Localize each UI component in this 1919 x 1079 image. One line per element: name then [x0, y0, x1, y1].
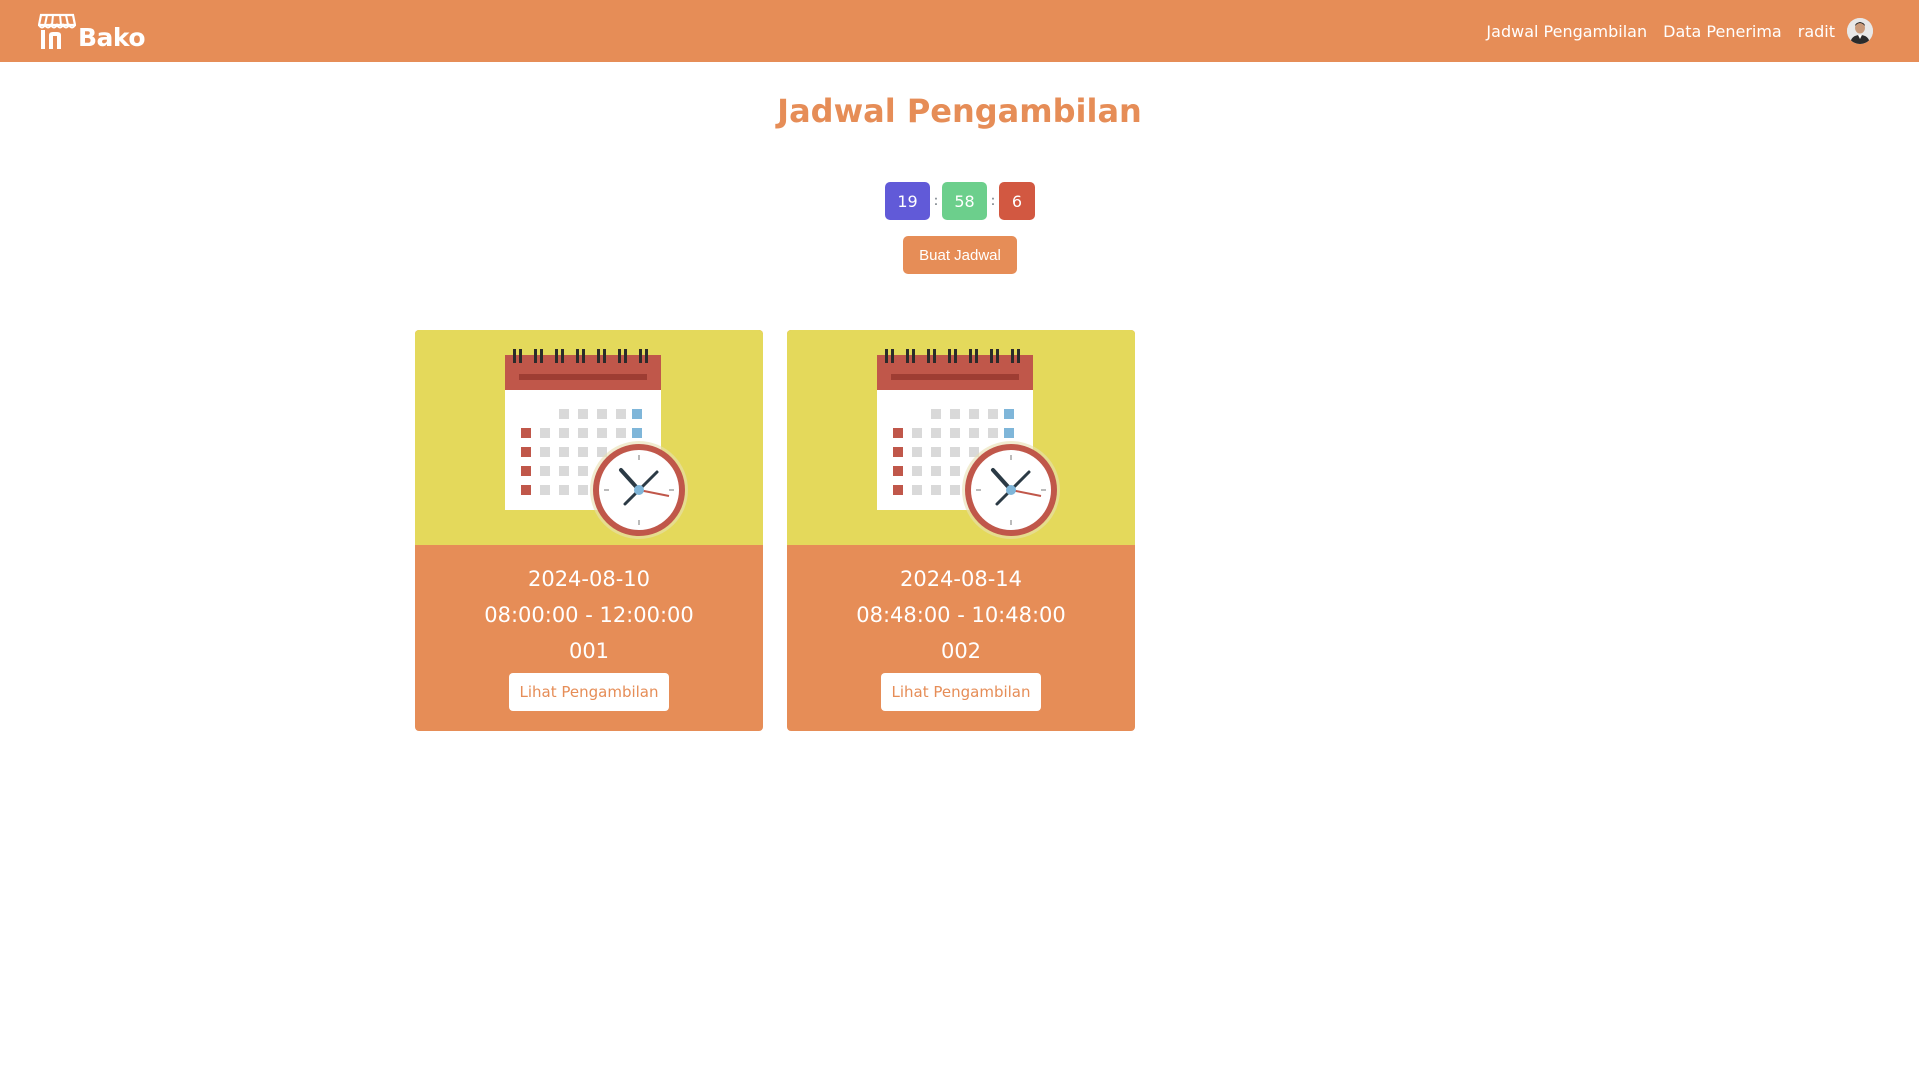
- schedule-card: 2024-08-10 08:00:00 - 12:00:00 001 Lihat…: [415, 330, 763, 731]
- page-title: Jadwal Pengambilan: [777, 92, 1142, 130]
- nav-link-data-penerima[interactable]: Data Penerima: [1663, 22, 1782, 41]
- calendar-clock-icon: [877, 349, 1060, 539]
- countdown-separator: :: [990, 193, 996, 209]
- schedule-date: 2024-08-14: [899, 567, 1023, 591]
- card-body: 2024-08-10 08:00:00 - 12:00:00 001 Lihat…: [415, 545, 763, 731]
- schedule-code: 001: [568, 639, 610, 663]
- view-pickup-button[interactable]: Lihat Pengambilan: [881, 673, 1041, 711]
- schedule-card: 2024-08-14 08:48:00 - 10:48:00 002 Lihat…: [787, 330, 1135, 731]
- store-awning-icon: [38, 13, 76, 49]
- user-name[interactable]: radit: [1798, 22, 1835, 41]
- view-pickup-button[interactable]: Lihat Pengambilan: [509, 673, 669, 711]
- brand-logo[interactable]: Bako: [38, 11, 146, 52]
- card-image: [787, 330, 1135, 545]
- countdown-timer: 19 : 58 : 6: [885, 182, 1035, 220]
- schedule-time: 08:48:00 - 10:48:00: [856, 603, 1066, 627]
- countdown-seconds: 6: [999, 182, 1035, 220]
- countdown-hours: 19: [885, 182, 930, 220]
- nav-menu: Jadwal Pengambilan Data Penerima radit: [1470, 0, 1873, 62]
- schedule-time: 08:00:00 - 12:00:00: [484, 603, 694, 627]
- card-image: [415, 330, 763, 545]
- countdown-separator: :: [933, 193, 939, 209]
- brand-name: Bako: [78, 23, 146, 52]
- nav-link-jadwal-pengambilan[interactable]: Jadwal Pengambilan: [1486, 22, 1647, 41]
- schedule-code: 002: [940, 639, 982, 663]
- card-body: 2024-08-14 08:48:00 - 10:48:00 002 Lihat…: [787, 545, 1135, 731]
- user-avatar[interactable]: [1847, 18, 1873, 44]
- top-navbar: Bako Jadwal Pengambilan Data Penerima ra…: [0, 0, 1919, 62]
- schedule-date: 2024-08-10: [527, 567, 651, 591]
- calendar-clock-icon: [505, 349, 688, 539]
- create-schedule-button[interactable]: Buat Jadwal: [903, 236, 1017, 274]
- avatar-image: [1847, 18, 1873, 44]
- countdown-minutes: 58: [942, 182, 987, 220]
